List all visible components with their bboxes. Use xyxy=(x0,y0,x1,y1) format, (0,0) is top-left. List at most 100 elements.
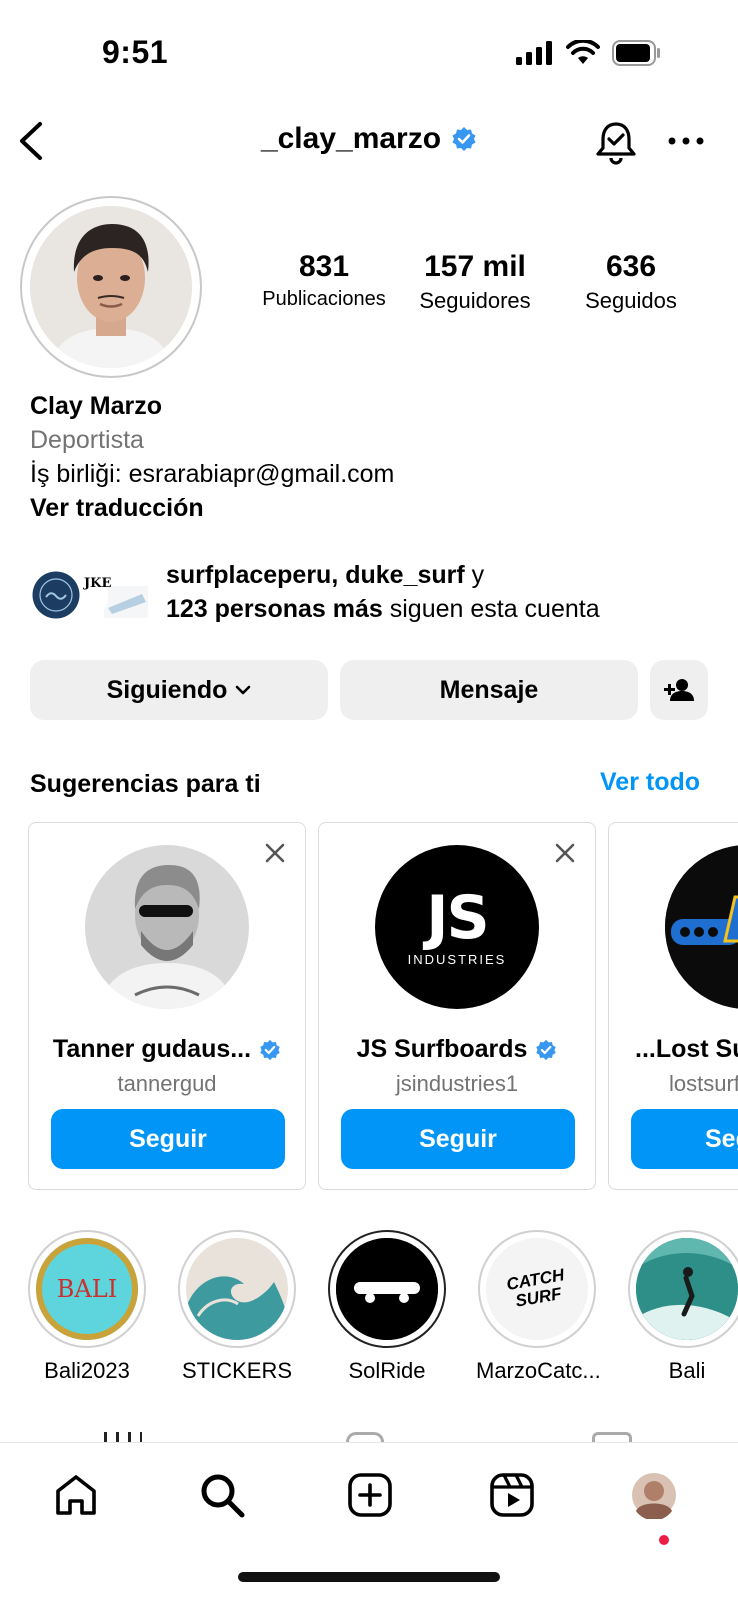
wifi-icon xyxy=(566,40,600,64)
highlight-cover-text: CATCH SURF xyxy=(505,1265,566,1311)
highlight-item[interactable]: SolRide xyxy=(326,1230,448,1384)
tab-reels[interactable] xyxy=(484,1467,540,1523)
highlight-item[interactable]: STICKERS xyxy=(176,1230,298,1384)
profile-username: _clay_marzo xyxy=(260,122,442,155)
highlight-cover xyxy=(636,1238,738,1340)
verified-badge-icon xyxy=(260,1039,280,1060)
home-icon xyxy=(56,1475,96,1515)
js-logo-main: JS xyxy=(426,882,490,953)
bio-category: Deportista xyxy=(30,426,144,454)
tab-search[interactable] xyxy=(194,1467,250,1523)
bell-check-icon xyxy=(596,122,636,165)
suggestion-name: Tanner gudaus... xyxy=(52,1035,252,1063)
following-button[interactable]: Siguiendo xyxy=(30,660,328,720)
mutual-logo-text: JKE xyxy=(84,576,112,591)
stat-posts-label: Publicaciones xyxy=(262,288,386,310)
highlight-label: SolRide xyxy=(348,1358,426,1383)
surfer-photo xyxy=(636,1238,738,1340)
followed-by-connector: y xyxy=(464,561,485,589)
suggestion-photo xyxy=(85,845,249,1009)
follow-suggestion-button[interactable]: Seguir xyxy=(631,1109,738,1169)
stat-following-label: Seguidos xyxy=(585,288,677,313)
tab-profile[interactable] xyxy=(626,1467,682,1523)
message-button-label: Mensaje xyxy=(439,675,539,704)
search-icon xyxy=(201,1474,245,1518)
suggestion-handle: lostsurfboards xyxy=(669,1071,738,1096)
mutual-followers-avatars[interactable]: JKE xyxy=(30,568,154,624)
skateboard-icon xyxy=(336,1238,438,1340)
message-button[interactable]: Mensaje xyxy=(340,660,638,720)
profile-avatar xyxy=(632,1473,676,1519)
followed-by-text[interactable]: surfplaceperu, duke_surf y 123 personas … xyxy=(166,558,600,626)
see-all-link[interactable]: Ver todo xyxy=(600,768,700,797)
highlight-label: MarzoCatc... xyxy=(476,1358,601,1383)
stat-following[interactable]: 636 Seguidos xyxy=(560,250,702,314)
followed-by-names: surfplaceperu, duke_surf xyxy=(166,561,465,589)
see-translation-link[interactable]: Ver traducción xyxy=(30,494,204,523)
follow-suggestion-button[interactable]: Seguir xyxy=(51,1109,285,1169)
more-dots-icon xyxy=(668,137,704,145)
suggestion-name-row: JS Surfboards xyxy=(319,1035,595,1064)
dismiss-suggestion-button[interactable] xyxy=(263,841,287,865)
status-icons xyxy=(516,40,662,66)
verified-badge-icon xyxy=(536,1039,557,1060)
follow-suggestion-button[interactable]: Seguir xyxy=(341,1109,575,1169)
dismiss-suggestion-button[interactable] xyxy=(553,841,577,865)
highlight-cover xyxy=(336,1238,438,1340)
highlight-label: Bali2023 xyxy=(44,1358,130,1383)
create-icon xyxy=(348,1473,392,1517)
following-button-label: Siguiendo xyxy=(106,675,228,704)
highlight-cover xyxy=(186,1238,288,1340)
bio-text: İş birliği: esrarabiapr@gmail.com xyxy=(30,460,395,488)
highlight-item[interactable]: BALI Bali2023 xyxy=(26,1230,148,1384)
followed-by-suffix: siguen esta cuenta xyxy=(382,595,600,623)
home-indicator xyxy=(238,1572,500,1582)
highlight-ring: CATCH SURF xyxy=(478,1230,596,1348)
suggestion-name: JS Surfboards xyxy=(356,1035,528,1063)
add-user-icon xyxy=(664,679,694,701)
suggestion-avatar[interactable]: JS INDUSTRIES xyxy=(375,845,539,1009)
highlight-cover: CATCH SURF xyxy=(486,1238,588,1340)
stat-posts-value: 831 xyxy=(298,250,350,283)
suggest-users-button[interactable] xyxy=(650,660,708,720)
highlight-item[interactable]: Bali xyxy=(626,1230,738,1384)
suggestion-name-row: Tanner gudaus... xyxy=(29,1035,305,1064)
stat-followers-label: Seguidores xyxy=(419,288,531,313)
suggestion-card[interactable]: Tanner gudaus... tannergud Seguir xyxy=(28,822,306,1190)
wave-icon xyxy=(186,1276,288,1340)
notification-dot xyxy=(659,1535,669,1545)
tab-home[interactable] xyxy=(48,1467,104,1523)
notifications-button[interactable] xyxy=(592,118,640,166)
suggestion-avatar[interactable] xyxy=(85,845,249,1009)
highlight-label: Bali xyxy=(668,1358,706,1383)
suggestions-title: Sugerencias para ti xyxy=(30,770,261,798)
highlight-item[interactable]: CATCH SURF MarzoCatc... xyxy=(476,1230,601,1384)
signal-icon xyxy=(516,41,552,65)
chevron-down-icon xyxy=(236,685,251,695)
followed-by-others: 123 personas más xyxy=(166,595,383,623)
highlight-ring: BALI xyxy=(28,1230,146,1348)
bio-name: Clay Marzo xyxy=(30,392,162,420)
suggestion-card[interactable]: JS INDUSTRIES JS Surfboards jsindustries… xyxy=(318,822,596,1190)
highlight-cover-text: BALI xyxy=(56,1275,118,1303)
suggestion-handle: tannergud xyxy=(117,1071,217,1096)
close-icon xyxy=(555,843,575,863)
reels-icon xyxy=(490,1473,534,1517)
profile-avatar[interactable] xyxy=(30,206,192,368)
highlight-ring xyxy=(628,1230,738,1348)
suggestion-avatar[interactable] xyxy=(665,845,738,1009)
tab-create[interactable] xyxy=(342,1467,398,1523)
highlight-ring xyxy=(328,1230,446,1348)
stat-followers[interactable]: 157 mil Seguidores xyxy=(404,250,546,314)
lost-logo-icon xyxy=(665,845,738,1009)
status-time: 9:51 xyxy=(102,34,169,70)
avatar-portrait xyxy=(30,206,192,368)
suggestion-handle: jsindustries1 xyxy=(395,1071,519,1096)
js-logo-sub: INDUSTRIES xyxy=(407,951,507,967)
stat-following-value: 636 xyxy=(605,250,657,283)
stat-posts[interactable]: 831 Publicaciones xyxy=(256,250,392,311)
more-options-button[interactable] xyxy=(664,126,708,156)
highlight-label: STICKERS xyxy=(181,1358,293,1383)
suggestion-card[interactable]: ...Lost Surfb lostsurfboards Seguir xyxy=(608,822,738,1190)
close-icon xyxy=(265,843,285,863)
